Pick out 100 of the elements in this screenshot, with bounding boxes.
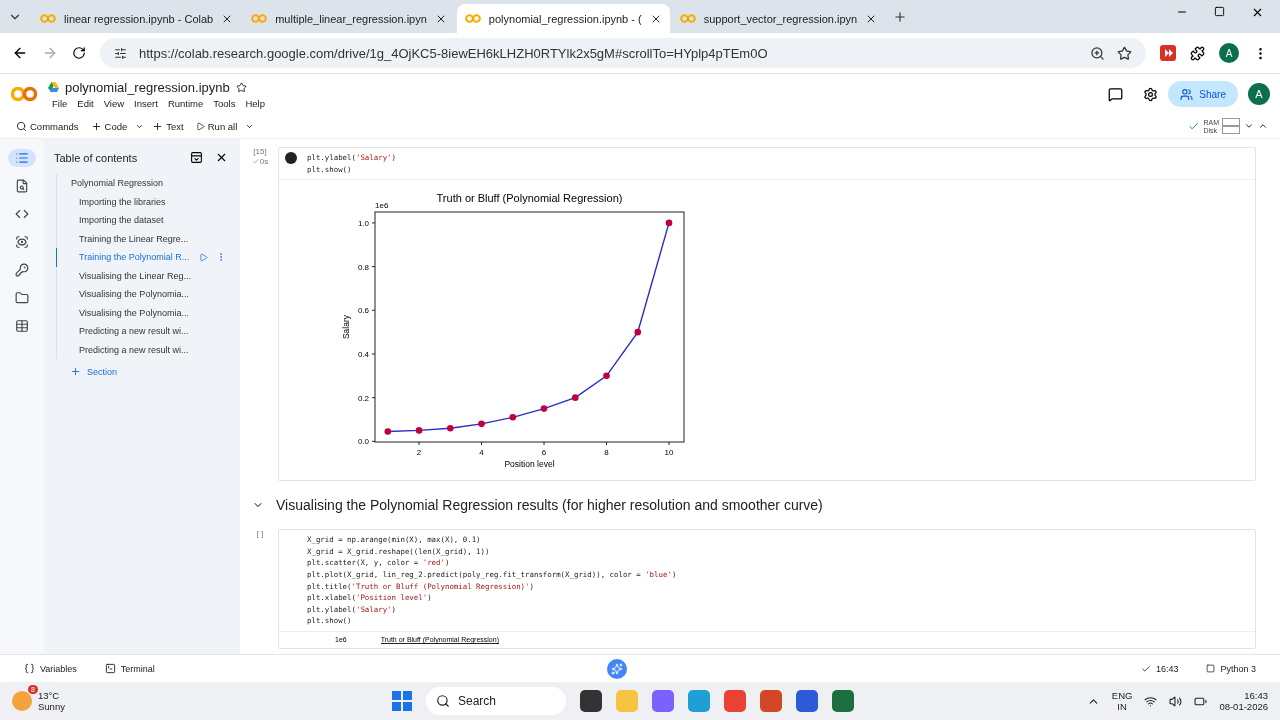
terminal-button[interactable]: Terminal bbox=[98, 662, 161, 675]
address-bar[interactable]: https://colab.research.google.com/drive/1g_4OjKC5-8iewEH6kLHZH0RTYlk2x5gM#scrollTo=HYplp4pTEm0O bbox=[100, 38, 1146, 68]
y-tick-label: 0.8 bbox=[357, 262, 370, 272]
run-all-button[interactable]: Run all bbox=[191, 120, 242, 132]
run-button[interactable] bbox=[285, 152, 297, 164]
folder-icon bbox=[15, 291, 29, 305]
menu-item[interactable]: Tools bbox=[209, 97, 240, 109]
settings-icon[interactable] bbox=[1143, 86, 1159, 102]
y-tick: 0.0 bbox=[357, 437, 376, 447]
browser-tab[interactable]: support_vector_regression.ipyn bbox=[671, 4, 886, 33]
share-button[interactable]: Share bbox=[1168, 81, 1238, 107]
edge-icon[interactable] bbox=[688, 690, 710, 712]
data-point bbox=[478, 420, 485, 428]
data-point bbox=[415, 427, 423, 434]
y-tick: 0.4 bbox=[357, 350, 376, 360]
clock-date[interactable]: 08-01-2026 bbox=[1219, 701, 1268, 712]
commands-button[interactable]: Commands bbox=[12, 120, 83, 132]
x-tick: 8 bbox=[604, 441, 609, 458]
region-indicator[interactable]: IN bbox=[1117, 701, 1127, 712]
x-tick: 10 bbox=[664, 441, 674, 458]
code-cell[interactable] bbox=[278, 529, 1256, 649]
copilot-icon[interactable] bbox=[652, 690, 674, 712]
y-tick-label: 0.0 bbox=[357, 437, 370, 447]
chrome-icon[interactable] bbox=[724, 690, 746, 712]
data-point bbox=[603, 372, 610, 380]
menu-item[interactable]: Help bbox=[241, 97, 269, 109]
data-point bbox=[384, 428, 392, 435]
add-code-button[interactable]: Code bbox=[86, 120, 132, 132]
colab-logo-icon bbox=[251, 14, 268, 23]
menu-item[interactable]: View bbox=[99, 97, 129, 109]
search-icon bbox=[436, 694, 450, 708]
temperature: 13°C bbox=[38, 690, 60, 701]
open-tab-icon[interactable] bbox=[190, 151, 203, 164]
menu-item[interactable]: File bbox=[48, 97, 72, 109]
toc-button[interactable] bbox=[8, 149, 36, 167]
panel-title: Table of contents bbox=[54, 151, 139, 164]
connected-icon bbox=[1188, 120, 1200, 132]
x-tick-label: 2 bbox=[416, 448, 422, 458]
maximize-icon[interactable] bbox=[1214, 6, 1225, 17]
close-icon[interactable] bbox=[1251, 6, 1264, 19]
volume-icon[interactable] bbox=[1169, 694, 1183, 708]
extensions-icon[interactable] bbox=[1190, 45, 1205, 61]
gemini-button[interactable] bbox=[606, 658, 627, 679]
drive-icon bbox=[48, 82, 59, 92]
axis-offset-label: 1e6 bbox=[375, 201, 389, 211]
collapse-icon[interactable] bbox=[1258, 121, 1268, 131]
play-icon bbox=[195, 121, 205, 131]
zoom-icon[interactable] bbox=[1090, 45, 1105, 61]
check-icon bbox=[251, 158, 259, 165]
clock-time[interactable]: 16:43 bbox=[1244, 690, 1268, 701]
chart-title: Truth or Bluff (Polynomial Regression) bbox=[436, 192, 623, 205]
browser-tab[interactable]: polynomial_regression.ipynb - ( bbox=[456, 4, 670, 33]
menu-item[interactable]: Insert bbox=[130, 97, 162, 109]
terminal-icon bbox=[104, 663, 116, 674]
powerpoint-icon[interactable] bbox=[760, 690, 782, 712]
site-settings-icon[interactable] bbox=[114, 46, 127, 60]
x-tick-label: 8 bbox=[604, 448, 610, 458]
last-run-time[interactable]: 16:43 bbox=[1134, 662, 1185, 675]
close-icon[interactable] bbox=[215, 151, 228, 164]
people-icon bbox=[1180, 87, 1194, 101]
section-heading: Visualising the Polynomial Regression results (for higher resolution and smoother curve) bbox=[276, 497, 823, 514]
task-view-icon[interactable] bbox=[580, 690, 602, 712]
zoom-icon[interactable] bbox=[796, 690, 818, 712]
start-icon[interactable] bbox=[392, 691, 412, 711]
data-point bbox=[447, 425, 454, 432]
reload-icon[interactable] bbox=[72, 46, 86, 60]
language-indicator[interactable]: ENG bbox=[1111, 690, 1133, 701]
x-tick: 4 bbox=[479, 441, 484, 458]
y-tick: 0.2 bbox=[357, 393, 376, 403]
colab-logo-icon bbox=[464, 14, 481, 23]
add-section-button[interactable]: Section bbox=[64, 365, 124, 378]
back-icon[interactable] bbox=[12, 45, 28, 61]
extension-icon[interactable] bbox=[1160, 45, 1176, 61]
runtime-indicator[interactable]: Python 3 bbox=[1200, 662, 1262, 675]
notebook-title[interactable]: polynomial_regression.ipynb bbox=[65, 79, 230, 95]
y-tick-label: 0.6 bbox=[357, 306, 370, 316]
wifi-icon[interactable] bbox=[1144, 694, 1158, 708]
browser-tab[interactable]: linear regression.ipynb - Colab bbox=[32, 4, 242, 33]
add-text-button[interactable]: Text bbox=[148, 120, 188, 132]
data-point bbox=[665, 219, 673, 227]
code-icon bbox=[15, 207, 29, 221]
variables-button[interactable]: Variables bbox=[18, 662, 83, 675]
menu-item[interactable]: Runtime bbox=[163, 97, 208, 109]
taskbar-search[interactable]: Search bbox=[426, 687, 566, 715]
y-tick: 0.8 bbox=[357, 262, 376, 272]
data-point bbox=[571, 394, 579, 402]
execution-time: 0s bbox=[259, 157, 269, 166]
profile-avatar[interactable]: A bbox=[1219, 43, 1239, 63]
list-icon bbox=[15, 151, 29, 165]
caret-icon[interactable] bbox=[1244, 121, 1254, 131]
y-tick: 1.0 bbox=[357, 219, 376, 229]
comments-icon[interactable] bbox=[1108, 86, 1124, 102]
star-icon[interactable] bbox=[235, 81, 247, 93]
excel-icon[interactable] bbox=[832, 690, 854, 712]
menu-item[interactable]: Edit bbox=[73, 97, 98, 109]
profile-avatar[interactable]: A bbox=[1248, 83, 1270, 105]
eye-icon bbox=[15, 235, 29, 249]
new-tab-button[interactable] bbox=[893, 9, 908, 24]
bookmark-icon[interactable] bbox=[1117, 45, 1132, 61]
browser-tab[interactable]: multiple_linear_regression.ipyn bbox=[243, 4, 455, 33]
